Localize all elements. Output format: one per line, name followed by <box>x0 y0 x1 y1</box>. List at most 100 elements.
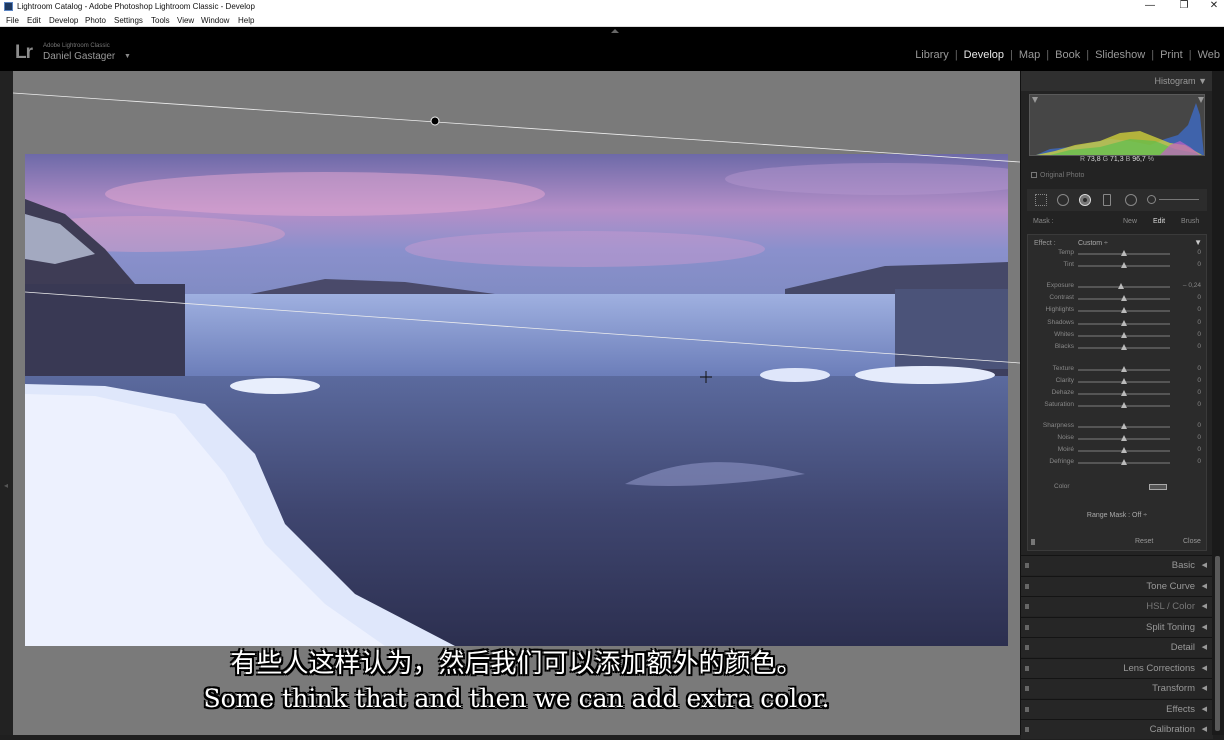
panel-section-transform[interactable]: Transform ◀ <box>1021 678 1213 698</box>
menu-file[interactable]: File <box>6 14 19 27</box>
slider-knob[interactable] <box>1121 250 1127 256</box>
slider-value[interactable]: 0 <box>1197 365 1201 372</box>
slider-value[interactable]: 0 <box>1197 434 1201 441</box>
menu-view[interactable]: View <box>177 14 194 27</box>
histogram-graph[interactable] <box>1029 94 1205 156</box>
slider-knob[interactable] <box>1118 283 1125 289</box>
chevron-left-icon[interactable]: ◀ <box>1202 700 1207 720</box>
identity-plate-user[interactable]: Daniel Gastager <box>43 51 115 62</box>
panel-section-tone-curve[interactable]: Tone Curve ◀ <box>1021 575 1213 597</box>
panel-section-split-toning[interactable]: Split Toning ◀ <box>1021 616 1213 637</box>
checkbox-icon[interactable] <box>1031 172 1037 178</box>
adjustment-brush-tool-icon[interactable] <box>1147 195 1156 204</box>
slider-knob[interactable] <box>1121 307 1127 313</box>
menu-help[interactable]: Help <box>238 14 254 27</box>
panel-section-detail[interactable]: Detail ◀ <box>1021 637 1213 657</box>
slider-knob[interactable] <box>1121 320 1127 326</box>
slider-knob[interactable] <box>1121 459 1127 465</box>
menu-settings[interactable]: Settings <box>114 14 143 27</box>
mask-edit-button[interactable]: Edit <box>1153 215 1165 229</box>
close-window-button[interactable]: ✕ <box>1207 0 1221 12</box>
mask-new-button[interactable]: New <box>1123 215 1137 229</box>
color-swatch[interactable] <box>1149 484 1167 490</box>
panel-section-basic[interactable]: Basic ◀ <box>1021 555 1213 575</box>
expand-left-panel-icon[interactable]: ◂ <box>4 481 8 490</box>
slider-knob[interactable] <box>1121 262 1127 268</box>
module-book[interactable]: Book <box>1055 49 1080 61</box>
mask-brush-button[interactable]: Brush <box>1181 215 1199 229</box>
panel-switch-icon[interactable] <box>1025 706 1029 712</box>
slider-value[interactable]: 0 <box>1197 306 1201 313</box>
panel-switch-icon[interactable] <box>1025 563 1029 568</box>
slider-knob[interactable] <box>1121 402 1127 408</box>
chevron-left-icon[interactable]: ◀ <box>1202 720 1207 740</box>
slider-value[interactable]: 0 <box>1197 249 1201 256</box>
panel-switch-icon[interactable] <box>1031 539 1035 545</box>
module-library[interactable]: Library <box>915 49 949 61</box>
slider-knob[interactable] <box>1121 435 1127 441</box>
slider-value[interactable]: 0 <box>1197 319 1201 326</box>
minimize-button[interactable]: — <box>1143 0 1157 12</box>
chevron-left-icon[interactable]: ◀ <box>1202 659 1207 679</box>
slider-knob[interactable] <box>1121 366 1127 372</box>
reset-button[interactable]: Reset <box>1135 535 1153 549</box>
panel-section-lens-corrections[interactable]: Lens Corrections ◀ <box>1021 657 1213 679</box>
slider-value[interactable]: 0 <box>1197 377 1201 384</box>
menu-edit[interactable]: Edit <box>27 14 41 27</box>
range-mask-select[interactable]: Range Mask : Off ÷ <box>1021 512 1213 519</box>
graduated-filter-tool-icon[interactable] <box>1103 194 1111 206</box>
effect-preset-select[interactable]: Custom ÷ <box>1078 240 1108 247</box>
slider-knob[interactable] <box>1121 344 1127 350</box>
slider-value[interactable]: 0 <box>1197 446 1201 453</box>
panel-switch-icon[interactable] <box>1025 686 1029 691</box>
slider-value[interactable]: 0 <box>1197 401 1201 408</box>
slider-value[interactable]: 0 <box>1197 343 1201 350</box>
slider-value[interactable]: 0 <box>1197 331 1201 338</box>
menu-develop[interactable]: Develop <box>49 14 78 27</box>
slider-knob[interactable] <box>1121 332 1127 338</box>
panel-switch-icon[interactable] <box>1025 645 1029 650</box>
graduated-filter-overlay[interactable] <box>13 71 1020 735</box>
crop-tool-icon[interactable] <box>1035 194 1047 206</box>
panel-section-calibration[interactable]: Calibration ◀ <box>1021 719 1213 739</box>
brush-size-slider[interactable] <box>1159 199 1199 200</box>
chevron-left-icon[interactable]: ◀ <box>1202 577 1207 597</box>
slider-knob[interactable] <box>1121 295 1127 301</box>
panel-switch-icon[interactable] <box>1025 583 1029 589</box>
slider-value[interactable]: 0 <box>1197 294 1201 301</box>
panel-section-hsl-color[interactable]: HSL / Color ◀ <box>1021 596 1213 616</box>
slider-value[interactable]: 0 <box>1197 389 1201 396</box>
scrollbar-thumb[interactable] <box>1215 556 1220 731</box>
menu-window[interactable]: Window <box>201 14 229 27</box>
slider-value[interactable]: 0 <box>1197 422 1201 429</box>
slider-knob[interactable] <box>1121 447 1127 453</box>
spot-removal-tool-icon[interactable] <box>1057 194 1069 206</box>
menu-tools[interactable]: Tools <box>151 14 170 27</box>
module-map[interactable]: Map <box>1019 49 1040 61</box>
restore-button[interactable]: ❐ <box>1177 0 1191 12</box>
chevron-down-icon[interactable]: ▼ <box>1198 76 1207 86</box>
panel-switch-icon[interactable] <box>1025 665 1029 671</box>
chevron-left-icon[interactable]: ◀ <box>1202 638 1207 658</box>
close-button[interactable]: Close <box>1183 535 1201 549</box>
panel-switch-icon[interactable] <box>1025 604 1029 609</box>
red-eye-tool-icon[interactable] <box>1079 194 1091 206</box>
slider-value[interactable]: 0 <box>1197 261 1201 268</box>
module-develop[interactable]: Develop <box>964 49 1004 61</box>
slider-knob[interactable] <box>1121 390 1127 396</box>
panel-section-effects[interactable]: Effects ◀ <box>1021 698 1213 720</box>
slider-knob[interactable] <box>1121 423 1127 429</box>
radial-filter-tool-icon[interactable] <box>1125 194 1137 206</box>
slider-value[interactable]: – 0,24 <box>1183 282 1201 289</box>
histogram-header[interactable]: Histogram ▼ <box>1021 71 1213 91</box>
collapse-top-panel-arrow[interactable] <box>611 29 619 33</box>
module-web[interactable]: Web <box>1198 49 1220 61</box>
module-print[interactable]: Print <box>1160 49 1183 61</box>
slider-value[interactable]: 0 <box>1197 458 1201 465</box>
chevron-left-icon[interactable]: ◀ <box>1202 679 1207 699</box>
original-photo-toggle[interactable]: Original Photo <box>1031 172 1084 179</box>
collapse-effect-icon[interactable]: ▼ <box>1194 238 1202 247</box>
left-panel-collapsed[interactable]: ◂ <box>0 71 13 735</box>
chevron-left-icon[interactable]: ◀ <box>1202 597 1207 617</box>
module-slideshow[interactable]: Slideshow <box>1095 49 1145 61</box>
